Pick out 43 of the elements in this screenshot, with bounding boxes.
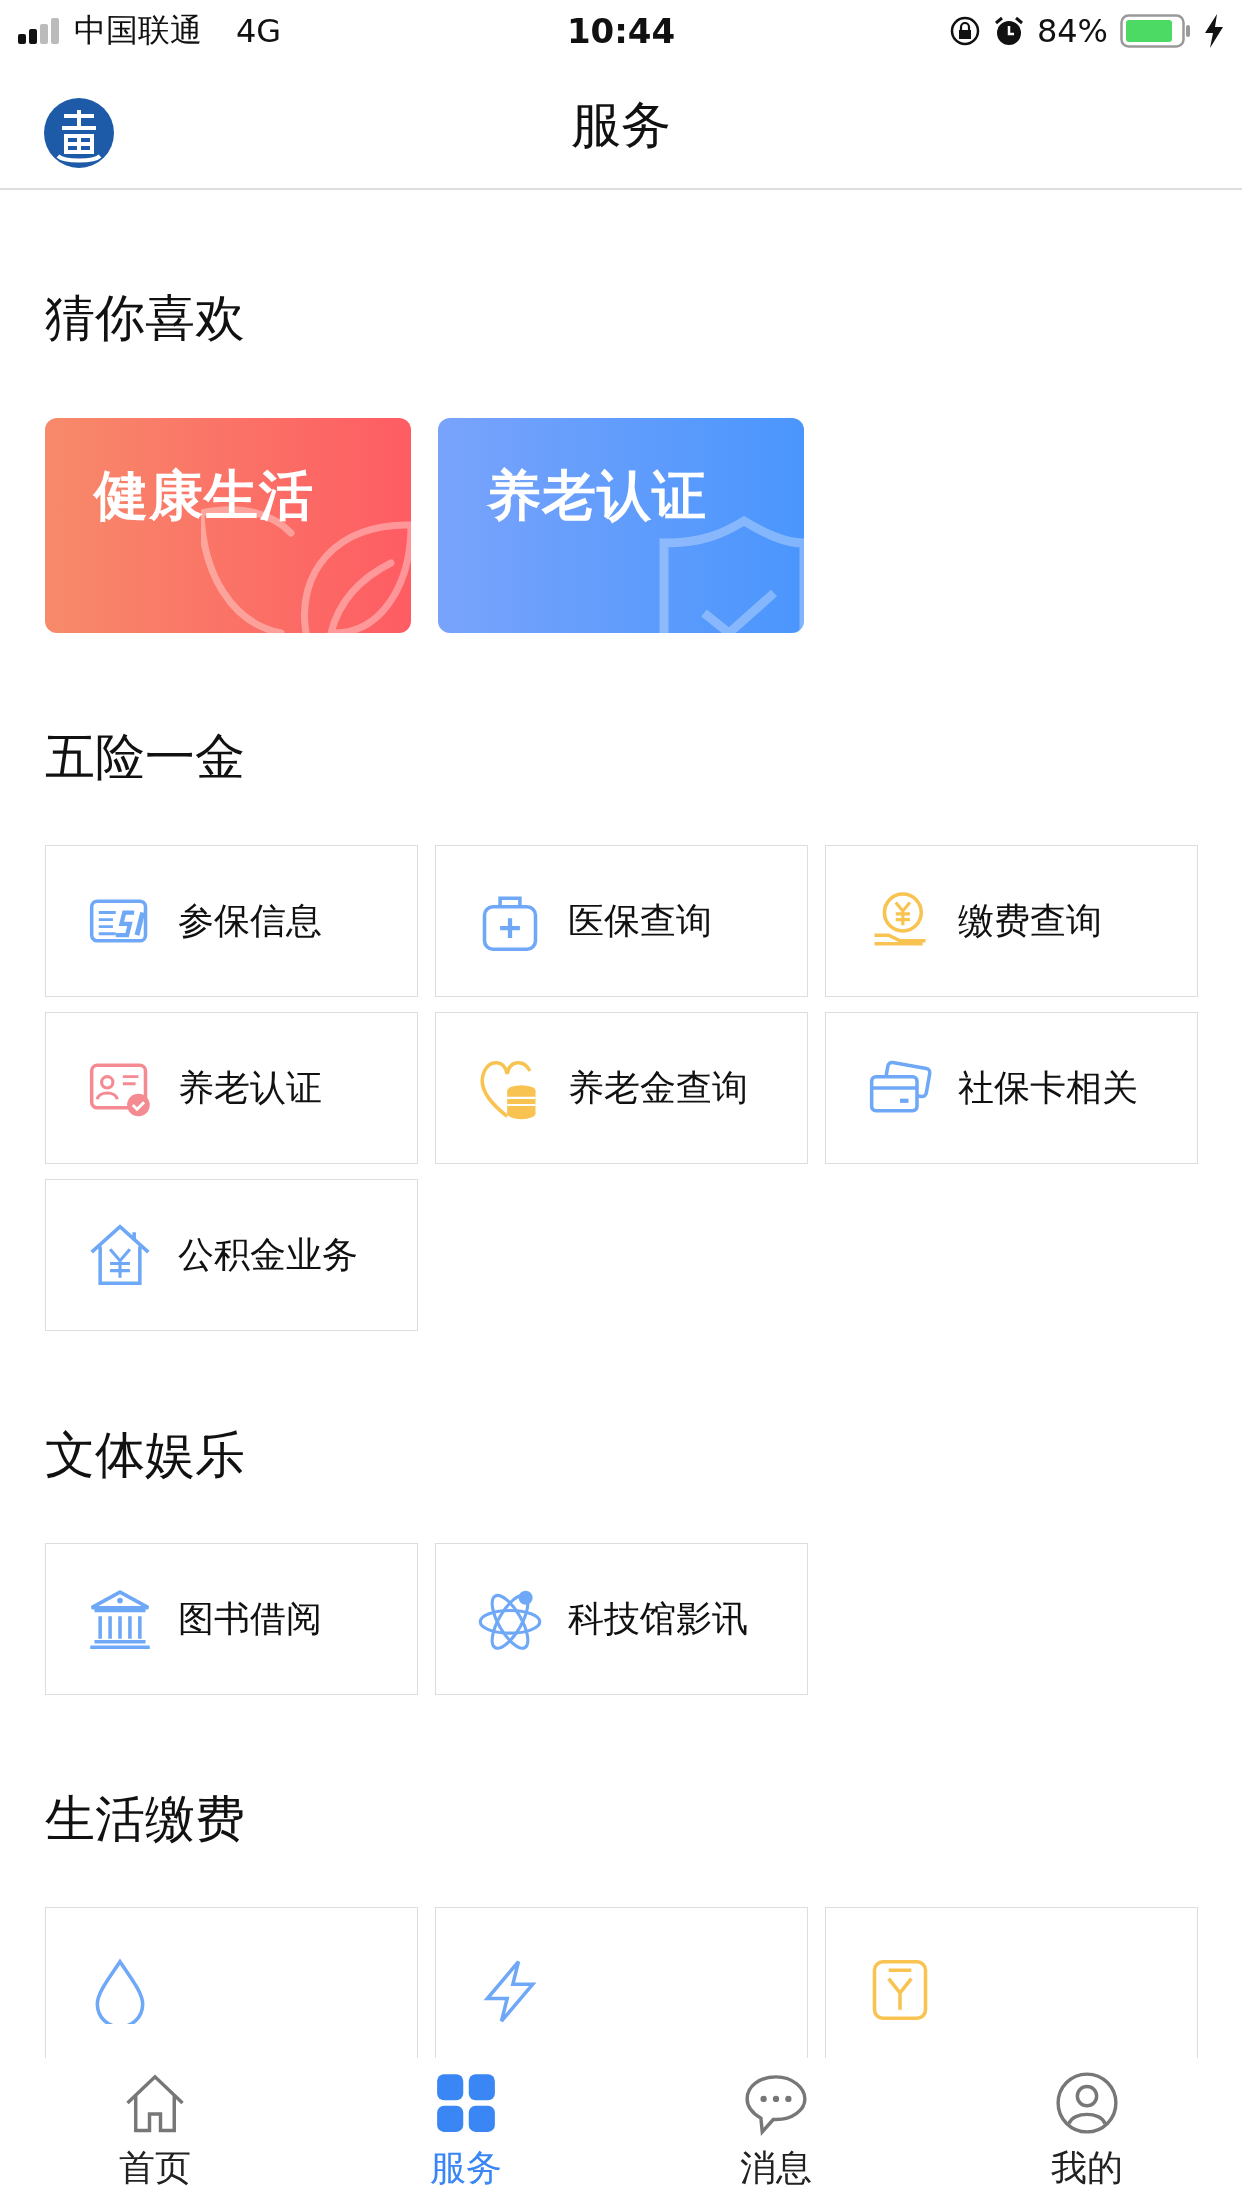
service-tile[interactable]: 医保查询 (435, 845, 808, 997)
user-icon (1053, 2070, 1120, 2136)
tab-item[interactable]: 消息 (621, 2058, 932, 2208)
section-title: 生活缴费 (45, 1789, 246, 1849)
service-tile[interactable] (435, 1907, 808, 2058)
tab-item[interactable]: 服务 (310, 2058, 621, 2208)
status-time: 10:44 (566, 11, 676, 51)
service-label: 科技馆影讯 (568, 1596, 748, 1641)
service-tile[interactable]: 图书借阅 (45, 1543, 418, 1695)
service-tile[interactable]: 公积金业务 (45, 1179, 418, 1331)
banner-title: 养老认证 (487, 463, 707, 529)
service-label: 养老认证 (178, 1065, 322, 1110)
service-label: 参保信息 (178, 898, 322, 943)
page-title: 服务 (571, 94, 671, 156)
service-label: 公积金业务 (178, 1232, 358, 1277)
battery-icon (1120, 14, 1192, 48)
section-title: 猜你喜欢 (45, 288, 246, 348)
carrier-name: 中国联通 (74, 10, 202, 51)
section-title: 文体娱乐 (45, 1425, 246, 1485)
banner-title: 健康生活 (94, 463, 314, 529)
alarm-icon (992, 15, 1025, 47)
service-label: 养老金查询 (568, 1065, 748, 1110)
service-tile[interactable] (825, 1907, 1198, 2058)
service-tile[interactable] (45, 1907, 418, 2058)
battery-percent: 84% (1036, 12, 1108, 50)
service-label: 医保查询 (568, 898, 712, 943)
signal-icon (18, 18, 62, 44)
service-tile[interactable]: 缴费查询 (825, 845, 1198, 997)
service-label: 缴费查询 (958, 898, 1102, 943)
section-title: 五险一金 (45, 727, 246, 787)
service-tile[interactable]: 科技馆影讯 (435, 1543, 808, 1695)
service-tile[interactable]: 养老金查询 (435, 1012, 808, 1164)
tab-item[interactable]: 我的 (931, 2058, 1242, 2208)
service-tile[interactable]: 养老认证 (45, 1012, 418, 1164)
service-tile[interactable]: 社保卡相关 (825, 1012, 1198, 1164)
service-tile[interactable]: 参保信息 (45, 845, 418, 997)
network-type: 4G (236, 12, 282, 50)
service-label: 社保卡相关 (958, 1065, 1138, 1110)
charging-bolt-icon (1204, 14, 1224, 48)
rotation-lock-icon (948, 15, 981, 47)
service-label: 图书借阅 (178, 1596, 322, 1641)
logo-icon[interactable] (44, 98, 114, 168)
tab-item[interactable]: 首页 (0, 2058, 311, 2208)
